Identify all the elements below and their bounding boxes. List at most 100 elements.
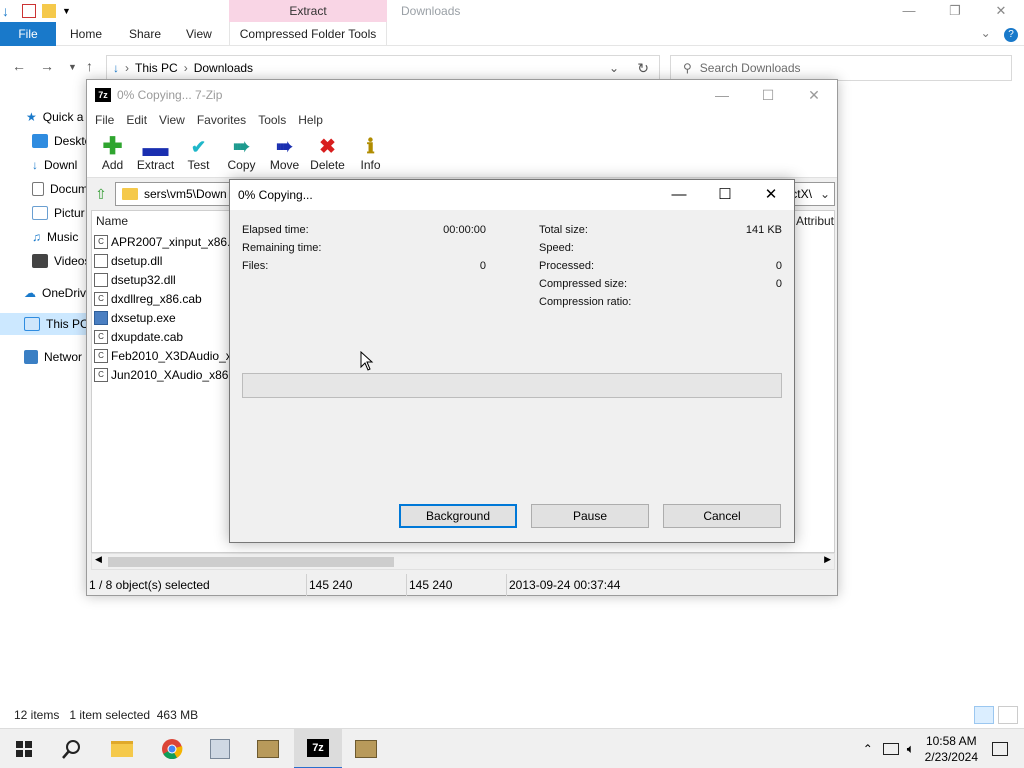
breadcrumb-this-pc[interactable]: This PC [135,61,178,75]
minimize-button[interactable]: — [656,180,702,210]
refresh-icon[interactable]: ↻ [637,60,649,77]
tab-compressed-folder-tools[interactable]: Compressed Folder Tools [229,22,387,46]
extract-button[interactable]: ▬ Extract [134,130,177,177]
volume-icon[interactable]: 🔈︎ [907,741,915,757]
path-dropdown-icon[interactable]: ⌄ [820,187,834,201]
nav-onedrive[interactable]: ☁ OneDriv [24,282,86,304]
scroll-right-icon[interactable]: ▶ [824,554,831,565]
notifications-icon[interactable] [992,742,1008,756]
status-modified: 2013-09-24 00:37:44 [509,578,621,592]
taskbar-app-3[interactable] [342,729,390,768]
minimize-button[interactable]: — [699,80,745,110]
close-button[interactable]: ✕ [978,0,1024,22]
taskbar-app-2[interactable] [244,729,292,768]
toolbar-label: Add [101,158,124,172]
file-row[interactable]: C Feb2010_X3DAudio_x8 [94,346,238,365]
restore-button[interactable]: ❐ [932,0,978,22]
close-button[interactable]: ✕ [748,180,794,210]
menu-file[interactable]: File [89,110,120,130]
taskbar-app-1[interactable] [196,729,244,768]
tab-file[interactable]: File [0,22,56,46]
scroll-left-icon[interactable]: ◀ [95,554,102,565]
qat-dropdown-icon[interactable]: ▼ [62,6,71,16]
network-icon[interactable] [882,743,899,755]
recent-locations-icon[interactable]: ▼ [68,62,77,72]
maximize-button[interactable]: ☐ [702,180,748,210]
windows-logo-icon [16,741,32,757]
nav-desktop[interactable]: Deskto [32,130,91,152]
nav-network[interactable]: Networ [24,346,82,368]
test-button[interactable]: ✔ Test [177,130,220,177]
minimize-button[interactable]: — [886,0,932,22]
elapsed-time-label: Elapsed time: [242,224,309,236]
horizontal-scrollbar[interactable]: ◀ ▶ [91,553,835,570]
move-button[interactable]: ➠ Move [263,130,306,177]
delete-button[interactable]: ✖ Delete [306,130,349,177]
tab-view[interactable]: View [186,22,212,46]
details-view-icon[interactable] [974,706,994,724]
cancel-button[interactable]: Cancel [663,504,781,528]
nav-label: This PC [46,317,89,331]
file-row[interactable]: dsetup32.dll [94,270,176,289]
address-bar[interactable]: ↓ › This PC › Downloads ⌄ ↻ [106,55,660,81]
scrollbar-thumb[interactable] [108,557,394,567]
properties-icon[interactable] [22,4,36,18]
nav-label: Docum [50,182,89,196]
search-taskbar-button[interactable] [48,729,96,768]
address-dropdown-icon[interactable]: ⌄ [609,61,619,75]
copy-button[interactable]: ➠ Copy [220,130,263,177]
folder-up-icon[interactable]: ⇧ [91,184,111,204]
menu-favorites[interactable]: Favorites [191,110,252,130]
tab-home[interactable]: Home [70,22,102,46]
help-icon[interactable]: ? [1004,28,1018,42]
tab-share[interactable]: Share [129,22,161,46]
search-input[interactable]: ⚲ Search Downloads [670,55,1012,81]
menu-help[interactable]: Help [292,110,329,130]
download-arrow-icon[interactable]: ↓ [2,4,16,18]
nav-quick-access[interactable]: ★ Quick a [26,106,83,128]
background-button[interactable]: Background [399,504,517,528]
close-button[interactable]: ✕ [791,80,837,110]
back-arrow-icon[interactable]: ← [12,58,26,74]
nav-pictures[interactable]: Pictur [32,202,85,224]
file-row[interactable]: Cdxdllreg_x86.cab [94,289,202,308]
nav-downloads[interactable]: ↓ Downl [32,154,77,176]
menu-view[interactable]: View [153,110,191,130]
nav-documents[interactable]: Docum [32,178,88,200]
file-row[interactable]: dxsetup.exe [94,308,176,327]
large-icons-view-icon[interactable] [998,706,1018,724]
column-header-attributes[interactable]: Attribute [792,211,834,231]
info-button[interactable]: ℹ Info [349,130,392,177]
column-header-name[interactable]: Name [92,211,128,231]
new-folder-icon[interactable] [42,4,56,18]
nav-music[interactable]: ♫ Music [32,226,78,248]
add-button[interactable]: ✚ Add [91,130,134,177]
search-icon [62,740,80,759]
file-row[interactable]: Cdxupdate.cab [94,327,183,346]
installer-icon [210,739,230,759]
breadcrumb-downloads[interactable]: Downloads [194,61,253,75]
nav-label: Videos [54,254,91,268]
expand-ribbon-icon[interactable]: ⌄ [981,26,991,40]
up-arrow-icon[interactable]: ↑ [86,58,93,74]
chevron-right-icon[interactable]: › [184,61,188,75]
nav-this-pc[interactable]: This PC [0,313,100,335]
nav-videos[interactable]: Videos [32,250,90,272]
forward-arrow-icon[interactable]: → [40,58,54,74]
file-row[interactable]: dsetup.dll [94,251,162,270]
show-hidden-icons-icon[interactable]: ⌃ [863,742,873,756]
maximize-button[interactable]: ☐ [745,80,791,110]
taskbar-chrome[interactable] [148,729,196,768]
menu-tools[interactable]: Tools [252,110,292,130]
menu-edit[interactable]: Edit [120,110,153,130]
pause-button[interactable]: Pause [531,504,649,528]
taskbar-7zip[interactable]: 7z [294,729,342,768]
file-name: dxupdate.cab [111,329,184,344]
chevron-right-icon[interactable]: › [125,61,129,75]
start-button[interactable] [0,729,48,768]
taskbar-file-explorer[interactable] [98,729,146,768]
file-row[interactable]: C Jun2010_XAudio_x86.ca [94,365,244,384]
file-name: dxdllreg_x86.cab [111,291,202,306]
file-row[interactable]: C APR2007_xinput_x86.ca [94,232,243,251]
clock[interactable]: 10:58 AM 2/23/2024 [925,733,978,765]
